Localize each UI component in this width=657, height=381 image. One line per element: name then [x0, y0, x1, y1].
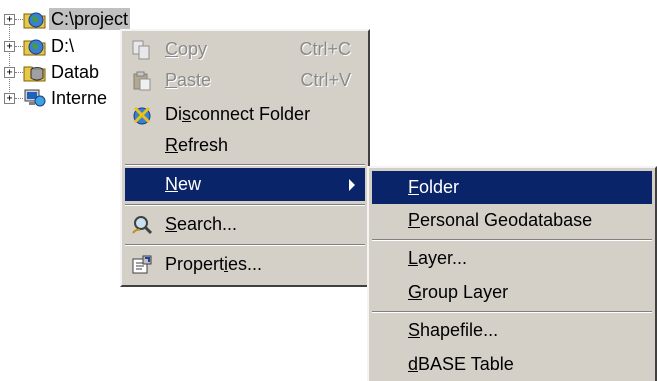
- copy-menu-item[interactable]: Copy Ctrl+C: [125, 33, 365, 66]
- tree-item-label: C:\project: [49, 8, 131, 30]
- new-shapefile-menu-item[interactable]: Shapefile...: [372, 314, 652, 347]
- new-submenu: Folder Personal Geodatabase Layer... Gro…: [367, 166, 657, 381]
- new-dbase-table-menu-item[interactable]: dBASE Table: [372, 348, 652, 381]
- database-connections-icon: [23, 66, 46, 82]
- menu-separator: [372, 311, 652, 313]
- expand-icon[interactable]: +: [4, 93, 15, 104]
- properties-menu-item[interactable]: Properties...: [125, 248, 365, 281]
- new-group-layer-menu-item[interactable]: Group Layer: [372, 276, 652, 309]
- tree-item-label: Interne: [51, 88, 108, 108]
- menu-separator: [125, 204, 365, 206]
- expand-icon[interactable]: +: [4, 14, 15, 25]
- paste-icon: [133, 71, 151, 91]
- shortcut-label: Ctrl+C: [299, 39, 351, 59]
- connected-folder-icon: [23, 12, 46, 29]
- disconnect-folder-icon: [133, 106, 151, 125]
- tree-item-label: D:\: [51, 36, 75, 56]
- new-personal-geodatabase-menu-item[interactable]: Personal Geodatabase: [372, 204, 652, 237]
- menu-separator: [125, 244, 365, 246]
- context-menu: Copy Ctrl+C Paste Ctrl+V Disconnect Fold…: [120, 29, 370, 287]
- refresh-menu-item[interactable]: Refresh: [125, 129, 365, 162]
- copy-icon: [132, 40, 150, 60]
- connected-folder-icon: [23, 39, 46, 56]
- new-menu-item[interactable]: New: [125, 168, 365, 201]
- new-layer-menu-item[interactable]: Layer...: [372, 242, 652, 275]
- submenu-arrow-icon: [349, 179, 355, 191]
- shortcut-label: Ctrl+V: [300, 70, 351, 90]
- disconnect-folder-menu-item[interactable]: Disconnect Folder: [125, 98, 365, 131]
- internet-server-icon: [24, 89, 46, 107]
- new-folder-menu-item[interactable]: Folder: [372, 171, 652, 204]
- search-menu-item[interactable]: Search...: [125, 208, 365, 241]
- menu-separator: [125, 164, 365, 166]
- expand-icon[interactable]: +: [4, 67, 15, 78]
- search-icon: [132, 216, 153, 235]
- properties-icon: [132, 255, 152, 274]
- expand-icon[interactable]: +: [4, 41, 15, 52]
- paste-menu-item[interactable]: Paste Ctrl+V: [125, 64, 365, 97]
- tree-item-label: Datab: [51, 62, 100, 82]
- menu-separator: [372, 239, 652, 241]
